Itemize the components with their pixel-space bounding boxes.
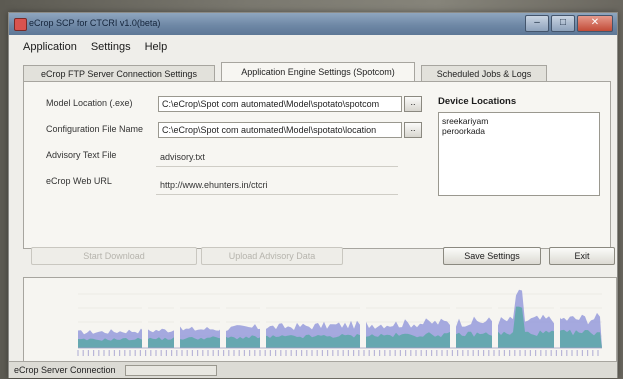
- config-file-input[interactable]: C:\eCrop\Spot com automated\Model\spotat…: [158, 122, 402, 138]
- web-url-underline: [156, 194, 398, 195]
- menu-bar: Application Settings Help: [23, 41, 181, 53]
- model-location-label: Model Location (.exe): [46, 98, 133, 108]
- web-url-label: eCrop Web URL: [46, 176, 112, 186]
- title-bar[interactable]: eCrop SCP for CTCRI v1.0(beta) – □ ✕: [9, 13, 617, 35]
- window-controls: – □ ✕: [523, 15, 613, 32]
- chart-gap: [554, 298, 560, 348]
- tab-ftp-settings[interactable]: eCrop FTP Server Connection Settings: [23, 65, 215, 82]
- status-progress-bar: [125, 365, 217, 376]
- chart-gap: [142, 298, 148, 348]
- start-download-button[interactable]: Start Download: [31, 247, 197, 265]
- close-button[interactable]: ✕: [577, 15, 613, 32]
- activity-chart: [77, 289, 602, 356]
- settings-panel: Model Location (.exe) C:\eCrop\Spot com …: [23, 81, 611, 249]
- status-text: eCrop Server Connection: [14, 365, 116, 375]
- chart-gap: [220, 298, 226, 348]
- tab-scheduled-jobs[interactable]: Scheduled Jobs & Logs: [421, 65, 547, 82]
- activity-chart-panel: [23, 277, 617, 363]
- model-location-browse-button[interactable]: ..: [404, 96, 422, 112]
- chart-gap: [360, 298, 366, 348]
- advisory-text-label: Advisory Text File: [46, 150, 117, 160]
- tab-engine-settings[interactable]: Application Engine Settings (Spotcom): [221, 62, 415, 83]
- save-settings-button[interactable]: Save Settings: [443, 247, 541, 265]
- menu-help[interactable]: Help: [145, 41, 168, 53]
- chart-ticks: [77, 347, 602, 356]
- chart-fills: [78, 289, 602, 348]
- device-location-item[interactable]: sreekariyam: [442, 116, 596, 126]
- device-locations-list[interactable]: sreekariyam peroorkada: [438, 112, 600, 196]
- config-file-browse-button[interactable]: ..: [404, 122, 422, 138]
- model-location-input[interactable]: C:\eCrop\Spot com automated\Model\spotat…: [158, 96, 402, 112]
- minimize-button[interactable]: –: [525, 15, 549, 32]
- advisory-text-value[interactable]: advisory.txt: [160, 152, 205, 162]
- maximize-button[interactable]: □: [551, 15, 575, 32]
- chart-gap: [492, 298, 498, 348]
- menu-settings[interactable]: Settings: [91, 41, 131, 53]
- chart-gap: [260, 298, 266, 348]
- app-icon: [14, 18, 27, 31]
- status-bar: eCrop Server Connection: [9, 361, 617, 378]
- app-window: eCrop SCP for CTCRI v1.0(beta) – □ ✕ App…: [8, 12, 618, 378]
- menu-application[interactable]: Application: [23, 41, 77, 53]
- exit-button[interactable]: Exit: [549, 247, 615, 265]
- window-title: eCrop SCP for CTCRI v1.0(beta): [29, 18, 161, 28]
- upload-advisory-button[interactable]: Upload Advisory Data: [201, 247, 343, 265]
- advisory-text-underline: [156, 166, 398, 167]
- config-file-label: Configuration File Name: [46, 124, 144, 134]
- device-locations-title: Device Locations: [438, 96, 517, 107]
- device-location-item[interactable]: peroorkada: [442, 126, 596, 136]
- web-url-value[interactable]: http://www.ehunters.in/ctcri: [160, 180, 268, 190]
- chart-gap: [174, 298, 180, 348]
- chart-gap: [450, 298, 456, 348]
